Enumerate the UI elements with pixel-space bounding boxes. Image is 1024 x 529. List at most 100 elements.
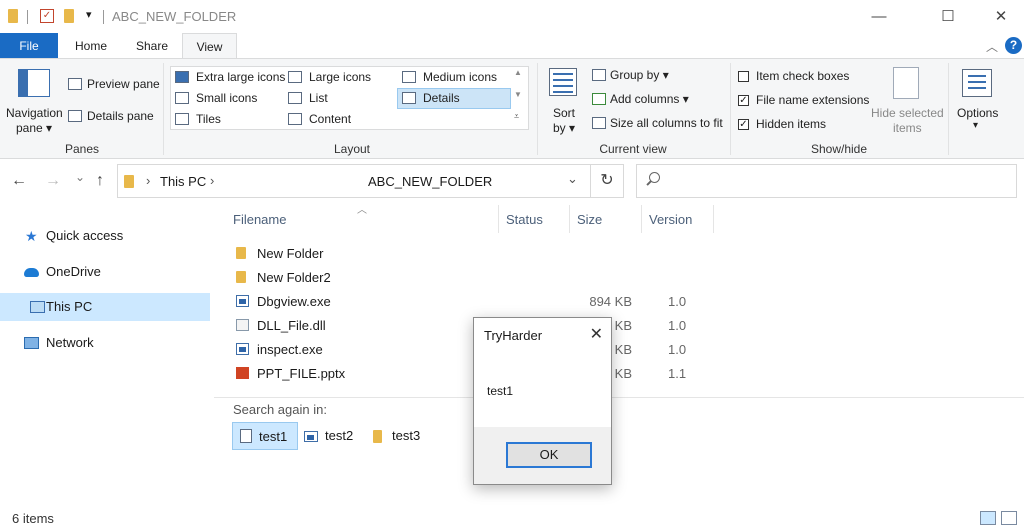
maximize-button[interactable]: ☐ (925, 0, 971, 33)
tab-view[interactable]: View (182, 33, 237, 59)
breadcrumb-separator[interactable]: › (146, 173, 150, 188)
group-divider (948, 63, 949, 155)
gallery-scroll-up-icon[interactable]: ▲ (514, 68, 522, 77)
file-row[interactable]: inspect.exe KB 1.0 (232, 338, 712, 362)
tab-share[interactable]: Share (127, 33, 177, 59)
dll-file-icon (236, 319, 249, 331)
hide-selected-items-button-line2[interactable]: items (893, 121, 922, 135)
hidden-items-checkbox[interactable]: ✓ (738, 119, 749, 130)
sidebar-item-this-pc[interactable]: This PC (0, 293, 210, 321)
help-icon[interactable]: ? (1005, 37, 1022, 54)
file-row[interactable]: New Folder2 (232, 266, 712, 290)
breadcrumb-this-pc[interactable]: This PC (160, 174, 206, 189)
recent-locations-dropdown-icon[interactable]: ⌄ (75, 170, 85, 184)
powerpoint-file-icon (236, 367, 249, 379)
back-button[interactable]: ← (11, 172, 27, 190)
qat-dropdown-icon[interactable]: ▾ (86, 8, 92, 21)
file-size: KB (614, 318, 632, 333)
search-box[interactable] (636, 164, 1017, 198)
column-header-size[interactable]: Size (577, 212, 602, 227)
sidebar-item-label: Network (46, 335, 94, 350)
close-button[interactable]: ✕ (978, 0, 1024, 33)
address-dropdown-icon[interactable]: ⌄ (567, 171, 578, 187)
list-option[interactable]: List (309, 91, 328, 105)
tab-home[interactable]: Home (66, 33, 116, 59)
preview-pane-icon (68, 78, 82, 90)
details-option[interactable]: Details (423, 91, 460, 105)
sidebar-item-onedrive[interactable]: OneDrive (0, 258, 210, 286)
group-by-button[interactable]: Group by ▾ (610, 68, 669, 82)
ok-button[interactable]: OK (506, 442, 592, 468)
refresh-button[interactable]: ↻ (590, 164, 624, 198)
large-icons-option[interactable]: Large icons (309, 70, 371, 84)
small-icons-option[interactable]: Small icons (196, 91, 257, 105)
file-name-extensions-checkbox[interactable]: ✓ (738, 95, 749, 106)
search-again-test1[interactable]: test1 (232, 422, 298, 450)
properties-icon[interactable]: ✓ (40, 9, 54, 23)
content-option[interactable]: Content (309, 112, 351, 126)
forward-button[interactable]: → (45, 172, 61, 190)
search-again-test2[interactable]: test2 (302, 422, 362, 450)
gallery-expand-icon[interactable]: ⩡ (514, 111, 519, 122)
column-divider[interactable] (498, 205, 499, 233)
large-icons-view-icon[interactable] (1001, 511, 1017, 525)
tab-file[interactable]: File (0, 33, 58, 59)
sidebar-item-label: This PC (46, 299, 93, 314)
details-pane-button[interactable]: Details pane (87, 109, 154, 123)
divider (27, 10, 28, 24)
group-by-icon (592, 69, 606, 81)
item-check-boxes-checkbox[interactable] (738, 71, 749, 82)
large-icons-icon (288, 71, 302, 83)
sidebar-item-network[interactable]: Network (0, 329, 210, 357)
tiles-icon (175, 113, 189, 125)
add-columns-button[interactable]: Add columns ▾ (610, 92, 689, 106)
size-all-columns-button[interactable]: Size all columns to fit (610, 116, 723, 130)
details-view-icon[interactable] (980, 511, 996, 525)
dialog-close-button[interactable]: ✕ (590, 324, 603, 344)
address-bar[interactable]: › This PC › ABC_NEW_FOLDER ⌄ (117, 164, 591, 198)
extra-large-icons-option[interactable]: Extra large icons (196, 70, 285, 84)
navigation-pane-button-line2[interactable]: pane ▾ (16, 121, 52, 135)
file-version: 1.0 (668, 318, 687, 333)
navigation-pane-icon[interactable] (18, 69, 50, 97)
list-icon (288, 92, 302, 104)
new-folder-icon[interactable] (64, 9, 74, 23)
file-row[interactable]: PPT_FILE.pptx KB 1.1 (232, 362, 712, 386)
preview-pane-button[interactable]: Preview pane (87, 77, 160, 91)
tiles-option[interactable]: Tiles (196, 112, 221, 126)
medium-icons-option[interactable]: Medium icons (423, 70, 497, 84)
sort-by-button-line2[interactable]: by ▾ (553, 121, 575, 135)
file-name: PPT_FILE.pptx (257, 366, 346, 381)
network-icon (24, 337, 39, 349)
gallery-scroll-down-icon[interactable]: ▼ (514, 90, 522, 99)
application-icon (304, 431, 318, 442)
breadcrumb-separator[interactable]: › (210, 173, 214, 188)
file-row[interactable]: DLL_File.dll KB 1.0 (232, 314, 712, 338)
breadcrumb-current-folder[interactable]: ABC_NEW_FOLDER (368, 174, 492, 189)
sort-indicator-icon: ︿ (357, 205, 367, 216)
size-all-columns-icon (592, 117, 606, 129)
sidebar-item-label: OneDrive (46, 264, 101, 279)
column-header-filename[interactable]: Filename (233, 212, 286, 227)
column-divider[interactable] (713, 205, 714, 233)
sort-by-button[interactable]: Sort (553, 106, 575, 120)
file-version: 1.0 (668, 342, 687, 357)
up-button[interactable]: ↑ (96, 172, 104, 190)
search-again-item-label: test2 (325, 428, 354, 443)
options-button[interactable]: Options (957, 106, 998, 120)
hide-selected-items-button[interactable]: Hide selected (871, 106, 944, 120)
navigation-pane-button[interactable]: Navigation (6, 106, 63, 120)
column-header-status[interactable]: Status (506, 212, 543, 227)
sidebar-item-quick-access[interactable]: ★ Quick access (0, 222, 210, 250)
column-divider[interactable] (569, 205, 570, 233)
search-again-test3[interactable]: test3 (370, 422, 430, 450)
options-dropdown-icon[interactable]: ▾ (973, 120, 978, 131)
column-divider[interactable] (641, 205, 642, 233)
column-header-version[interactable]: Version (649, 212, 692, 227)
extra-large-icons-icon (175, 71, 189, 83)
collapse-ribbon-icon[interactable]: ︿ (986, 38, 998, 55)
file-row[interactable]: Dbgview.exe 894 KB 1.0 (232, 290, 712, 314)
file-name: Dbgview.exe (257, 294, 331, 309)
file-row[interactable]: New Folder (232, 242, 712, 266)
minimize-button[interactable]: — (856, 0, 902, 33)
